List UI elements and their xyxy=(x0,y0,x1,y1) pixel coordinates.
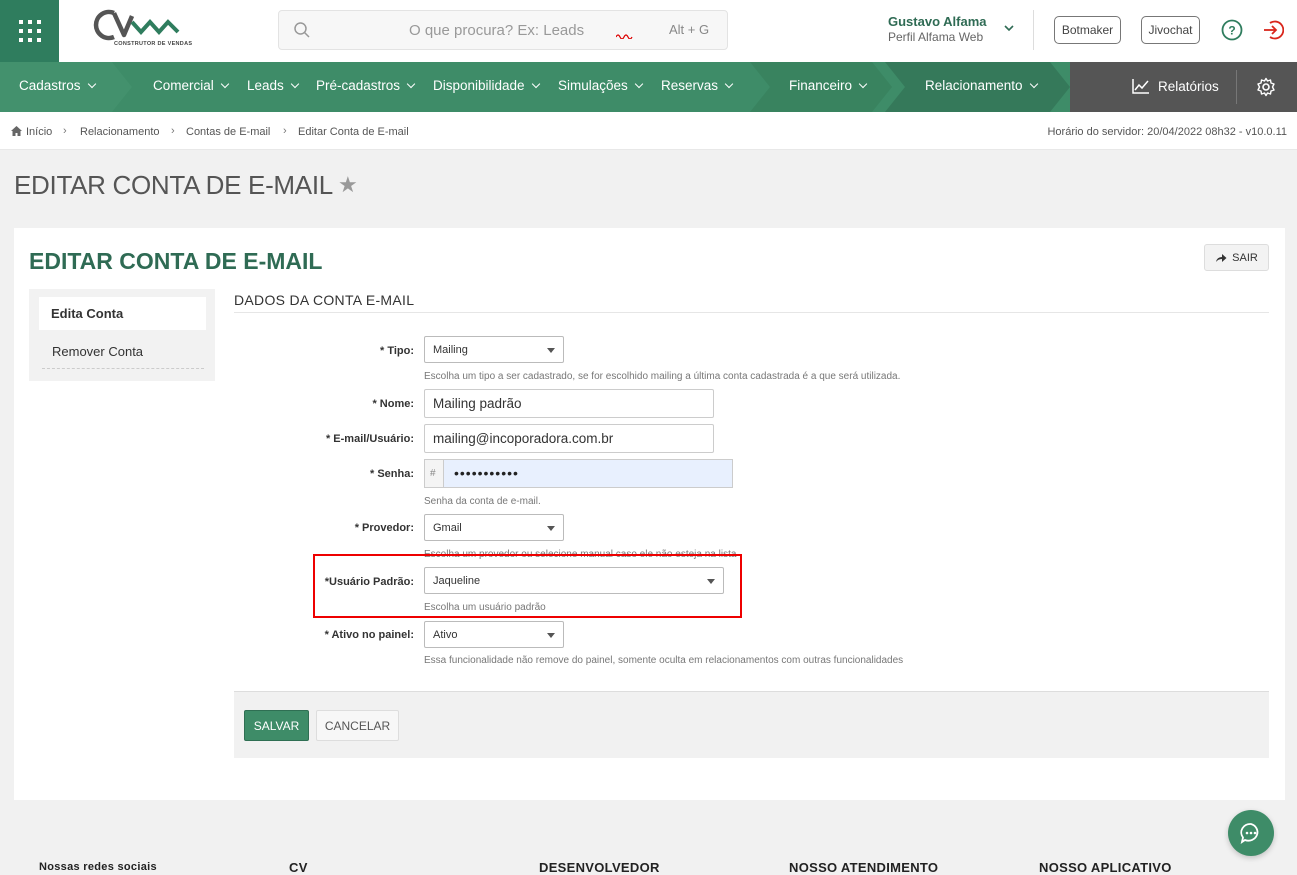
save-button[interactable]: SALVAR xyxy=(244,710,309,741)
section-title: DADOS DA CONTA E-MAIL xyxy=(234,292,415,308)
breadcrumb-inicio[interactable]: Início xyxy=(26,126,52,138)
nav-leads[interactable]: Leads xyxy=(247,78,300,93)
exit-button-label: SAIR xyxy=(1232,251,1258,264)
apps-grid-icon xyxy=(18,20,41,42)
nav-disponibilidade[interactable]: Disponibilidade xyxy=(433,78,540,93)
side-menu: Edita Conta Remover Conta xyxy=(29,289,215,381)
search-icon xyxy=(294,22,310,38)
svg-text:?: ? xyxy=(1228,24,1235,38)
provedor-label: * Provedor: xyxy=(354,522,414,534)
tipo-select-value: Mailing xyxy=(433,344,468,356)
email-input[interactable] xyxy=(424,424,714,453)
nav-pre-cadastros[interactable]: Pré-cadastros xyxy=(316,78,416,93)
nav-simulacoes[interactable]: Simulações xyxy=(558,78,644,93)
favorite-star-icon[interactable]: ★ xyxy=(338,172,358,198)
global-search[interactable]: Alt + G xyxy=(278,10,728,50)
chevron-down-icon xyxy=(406,79,416,88)
section-divider xyxy=(234,312,1269,313)
share-arrow-icon xyxy=(1216,253,1227,262)
senha-help: Senha da conta de e-mail. xyxy=(424,496,541,507)
chevron-down-icon xyxy=(1029,79,1038,88)
chevron-down-icon xyxy=(290,79,300,88)
senha-input[interactable]: ••••••••••• xyxy=(443,459,733,488)
nav-relacionamento[interactable]: Relacionamento xyxy=(925,78,1038,93)
search-input[interactable] xyxy=(409,19,629,41)
chevron-down-icon[interactable] xyxy=(1003,22,1015,34)
user-profile[interactable]: Perfil Alfama Web xyxy=(888,30,983,44)
botmaker-button[interactable]: Botmaker xyxy=(1054,16,1121,44)
chevron-down-icon xyxy=(531,79,540,88)
main-navigation: Cadastros Comercial Leads Pré-cadastros … xyxy=(0,62,1297,112)
breadcrumb-contas-email[interactable]: Contas de E-mail xyxy=(186,126,270,138)
page-title: EDITAR CONTA DE E-MAIL xyxy=(14,170,333,200)
nav-cadastros[interactable]: Cadastros xyxy=(19,78,96,93)
ativo-help: Essa funcionalidade não remove do painel… xyxy=(424,655,904,666)
side-menu-divider xyxy=(42,368,204,369)
apps-grid-button[interactable] xyxy=(0,0,59,62)
user-name[interactable]: Gustavo Alfama xyxy=(888,14,987,29)
nome-input[interactable] xyxy=(424,389,714,418)
ativo-select-value: Ativo xyxy=(433,629,458,641)
help-icon[interactable]: ? xyxy=(1221,19,1243,41)
tipo-help: Escolha um tipo a ser cadastrado, se for… xyxy=(424,371,901,382)
chevron-down-icon xyxy=(87,79,96,88)
card-title: EDITAR CONTA DE E-MAIL xyxy=(29,248,323,274)
senha-prefix: # xyxy=(424,459,443,488)
chart-line-icon xyxy=(1132,79,1149,94)
form-actions: SALVAR CANCELAR xyxy=(234,691,1269,758)
provedor-select-value: Gmail xyxy=(433,522,462,534)
email-label: * E-mail/Usuário: xyxy=(325,433,414,445)
search-shortcut-hint: Alt + G xyxy=(669,22,710,37)
home-icon xyxy=(11,126,22,136)
nav-relatorios[interactable]: Relatórios xyxy=(1132,78,1219,94)
side-menu-remover-conta[interactable]: Remover Conta xyxy=(52,344,143,359)
breadcrumb-separator: › xyxy=(63,125,67,137)
caret-down-icon xyxy=(547,348,555,353)
server-time: Horário do servidor: 20/04/2022 08h32 - … xyxy=(1047,126,1287,138)
nav-comercial[interactable]: Comercial xyxy=(153,78,230,93)
header-divider xyxy=(1033,10,1034,50)
breadcrumb-relacionamento[interactable]: Relacionamento xyxy=(80,126,160,138)
side-menu-edita-conta[interactable]: Edita Conta xyxy=(39,297,206,330)
ativo-label: * Ativo no painel: xyxy=(324,629,414,641)
breadcrumb-separator: › xyxy=(171,125,175,137)
logout-icon[interactable] xyxy=(1262,19,1284,41)
footer-social-heading: Nossas redes sociais xyxy=(39,861,157,873)
jivochat-button[interactable]: Jivochat xyxy=(1141,16,1200,44)
tipo-label: * Tipo: xyxy=(379,345,414,357)
chat-bubble-icon xyxy=(1240,823,1259,844)
footer-app-heading: NOSSO APLICATIVO xyxy=(1039,860,1172,875)
breadcrumb-current: Editar Conta de E-mail xyxy=(298,126,409,138)
chat-button[interactable] xyxy=(1228,810,1274,856)
footer-support-heading: NOSSO ATENDIMENTO xyxy=(789,860,939,875)
ativo-select[interactable]: Ativo xyxy=(424,621,564,648)
nome-label: * Nome: xyxy=(372,398,414,410)
cv-logo[interactable]: CONSTRUTOR DE VENDAS xyxy=(92,8,192,52)
edit-email-card: EDITAR CONTA DE E-MAIL SAIR Edita Conta … xyxy=(14,228,1285,800)
cv-logo-mark xyxy=(93,9,180,41)
footer-dev-heading: DESENVOLVEDOR xyxy=(539,860,660,875)
caret-down-icon xyxy=(547,526,555,531)
caret-down-icon xyxy=(547,633,555,638)
logo-subtitle: CONSTRUTOR DE VENDAS xyxy=(114,41,193,47)
cancel-button[interactable]: CANCELAR xyxy=(316,710,399,741)
spellcheck-squiggle-icon xyxy=(616,34,633,39)
highlight-box xyxy=(313,554,742,618)
footer-cv-heading: CV xyxy=(289,860,308,875)
nav-financeiro[interactable]: Financeiro xyxy=(789,78,868,93)
senha-label: * Senha: xyxy=(369,468,414,480)
chevron-down-icon xyxy=(858,79,868,88)
tipo-select[interactable]: Mailing xyxy=(424,336,564,363)
chevron-down-icon xyxy=(634,79,644,88)
top-header: CONSTRUTOR DE VENDAS Alt + G Gustavo Alf… xyxy=(0,0,1297,62)
breadcrumb: Início › Relacionamento › Contas de E-ma… xyxy=(0,112,1297,150)
chevron-down-icon xyxy=(724,79,734,88)
breadcrumb-separator: › xyxy=(283,125,287,137)
nav-separator xyxy=(1236,70,1237,104)
chevron-down-icon xyxy=(220,79,230,88)
exit-button[interactable]: SAIR xyxy=(1204,244,1269,271)
nav-reservas[interactable]: Reservas xyxy=(661,78,734,93)
provedor-select[interactable]: Gmail xyxy=(424,514,564,541)
gear-icon[interactable] xyxy=(1256,77,1276,97)
